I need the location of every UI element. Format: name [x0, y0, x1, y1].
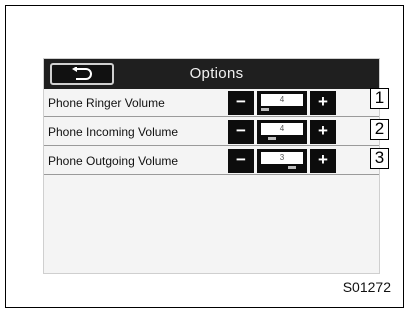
- return-arrow-icon: [72, 67, 92, 80]
- volume-level-indicator: [288, 166, 296, 169]
- row-label: Phone Incoming Volume: [48, 125, 179, 139]
- volume-value-box: 4: [257, 91, 307, 115]
- volume-value: 3: [261, 152, 303, 164]
- volume-control: − 3 +: [228, 149, 336, 173]
- volume-level-indicator: [268, 137, 276, 140]
- volume-value: 4: [261, 123, 303, 135]
- decrease-button[interactable]: −: [228, 149, 254, 173]
- callout-label-3: 3: [370, 148, 389, 169]
- figure-code: S01272: [342, 279, 391, 295]
- volume-value: 4: [261, 94, 303, 106]
- volume-value-box: 3: [257, 149, 307, 173]
- increase-button[interactable]: +: [310, 120, 336, 144]
- row-label: Phone Outgoing Volume: [48, 154, 179, 168]
- increase-button[interactable]: +: [310, 91, 336, 115]
- options-screen: Options Phone Ringer Volume − 4 + Phone …: [43, 58, 380, 274]
- volume-control: − 4 +: [228, 91, 336, 115]
- row-phone-ringer-volume: Phone Ringer Volume − 4 +: [44, 89, 379, 117]
- page-title: Options: [189, 65, 244, 82]
- back-button[interactable]: [50, 63, 114, 85]
- decrease-button[interactable]: −: [228, 120, 254, 144]
- volume-level-track: [261, 108, 303, 112]
- header-bar: Options: [44, 59, 379, 89]
- volume-level-track: [261, 166, 303, 170]
- decrease-button[interactable]: −: [228, 91, 254, 115]
- volume-level-track: [261, 137, 303, 141]
- row-label: Phone Ringer Volume: [48, 96, 165, 110]
- figure-frame: Options Phone Ringer Volume − 4 + Phone …: [5, 5, 404, 308]
- volume-value-box: 4: [257, 120, 307, 144]
- volume-level-indicator: [261, 108, 269, 111]
- callout-label-1: 1: [370, 88, 389, 109]
- row-phone-outgoing-volume: Phone Outgoing Volume − 3 +: [44, 147, 379, 175]
- row-phone-incoming-volume: Phone Incoming Volume − 4 +: [44, 118, 379, 146]
- increase-button[interactable]: +: [310, 149, 336, 173]
- callout-label-2: 2: [370, 119, 389, 140]
- volume-control: − 4 +: [228, 120, 336, 144]
